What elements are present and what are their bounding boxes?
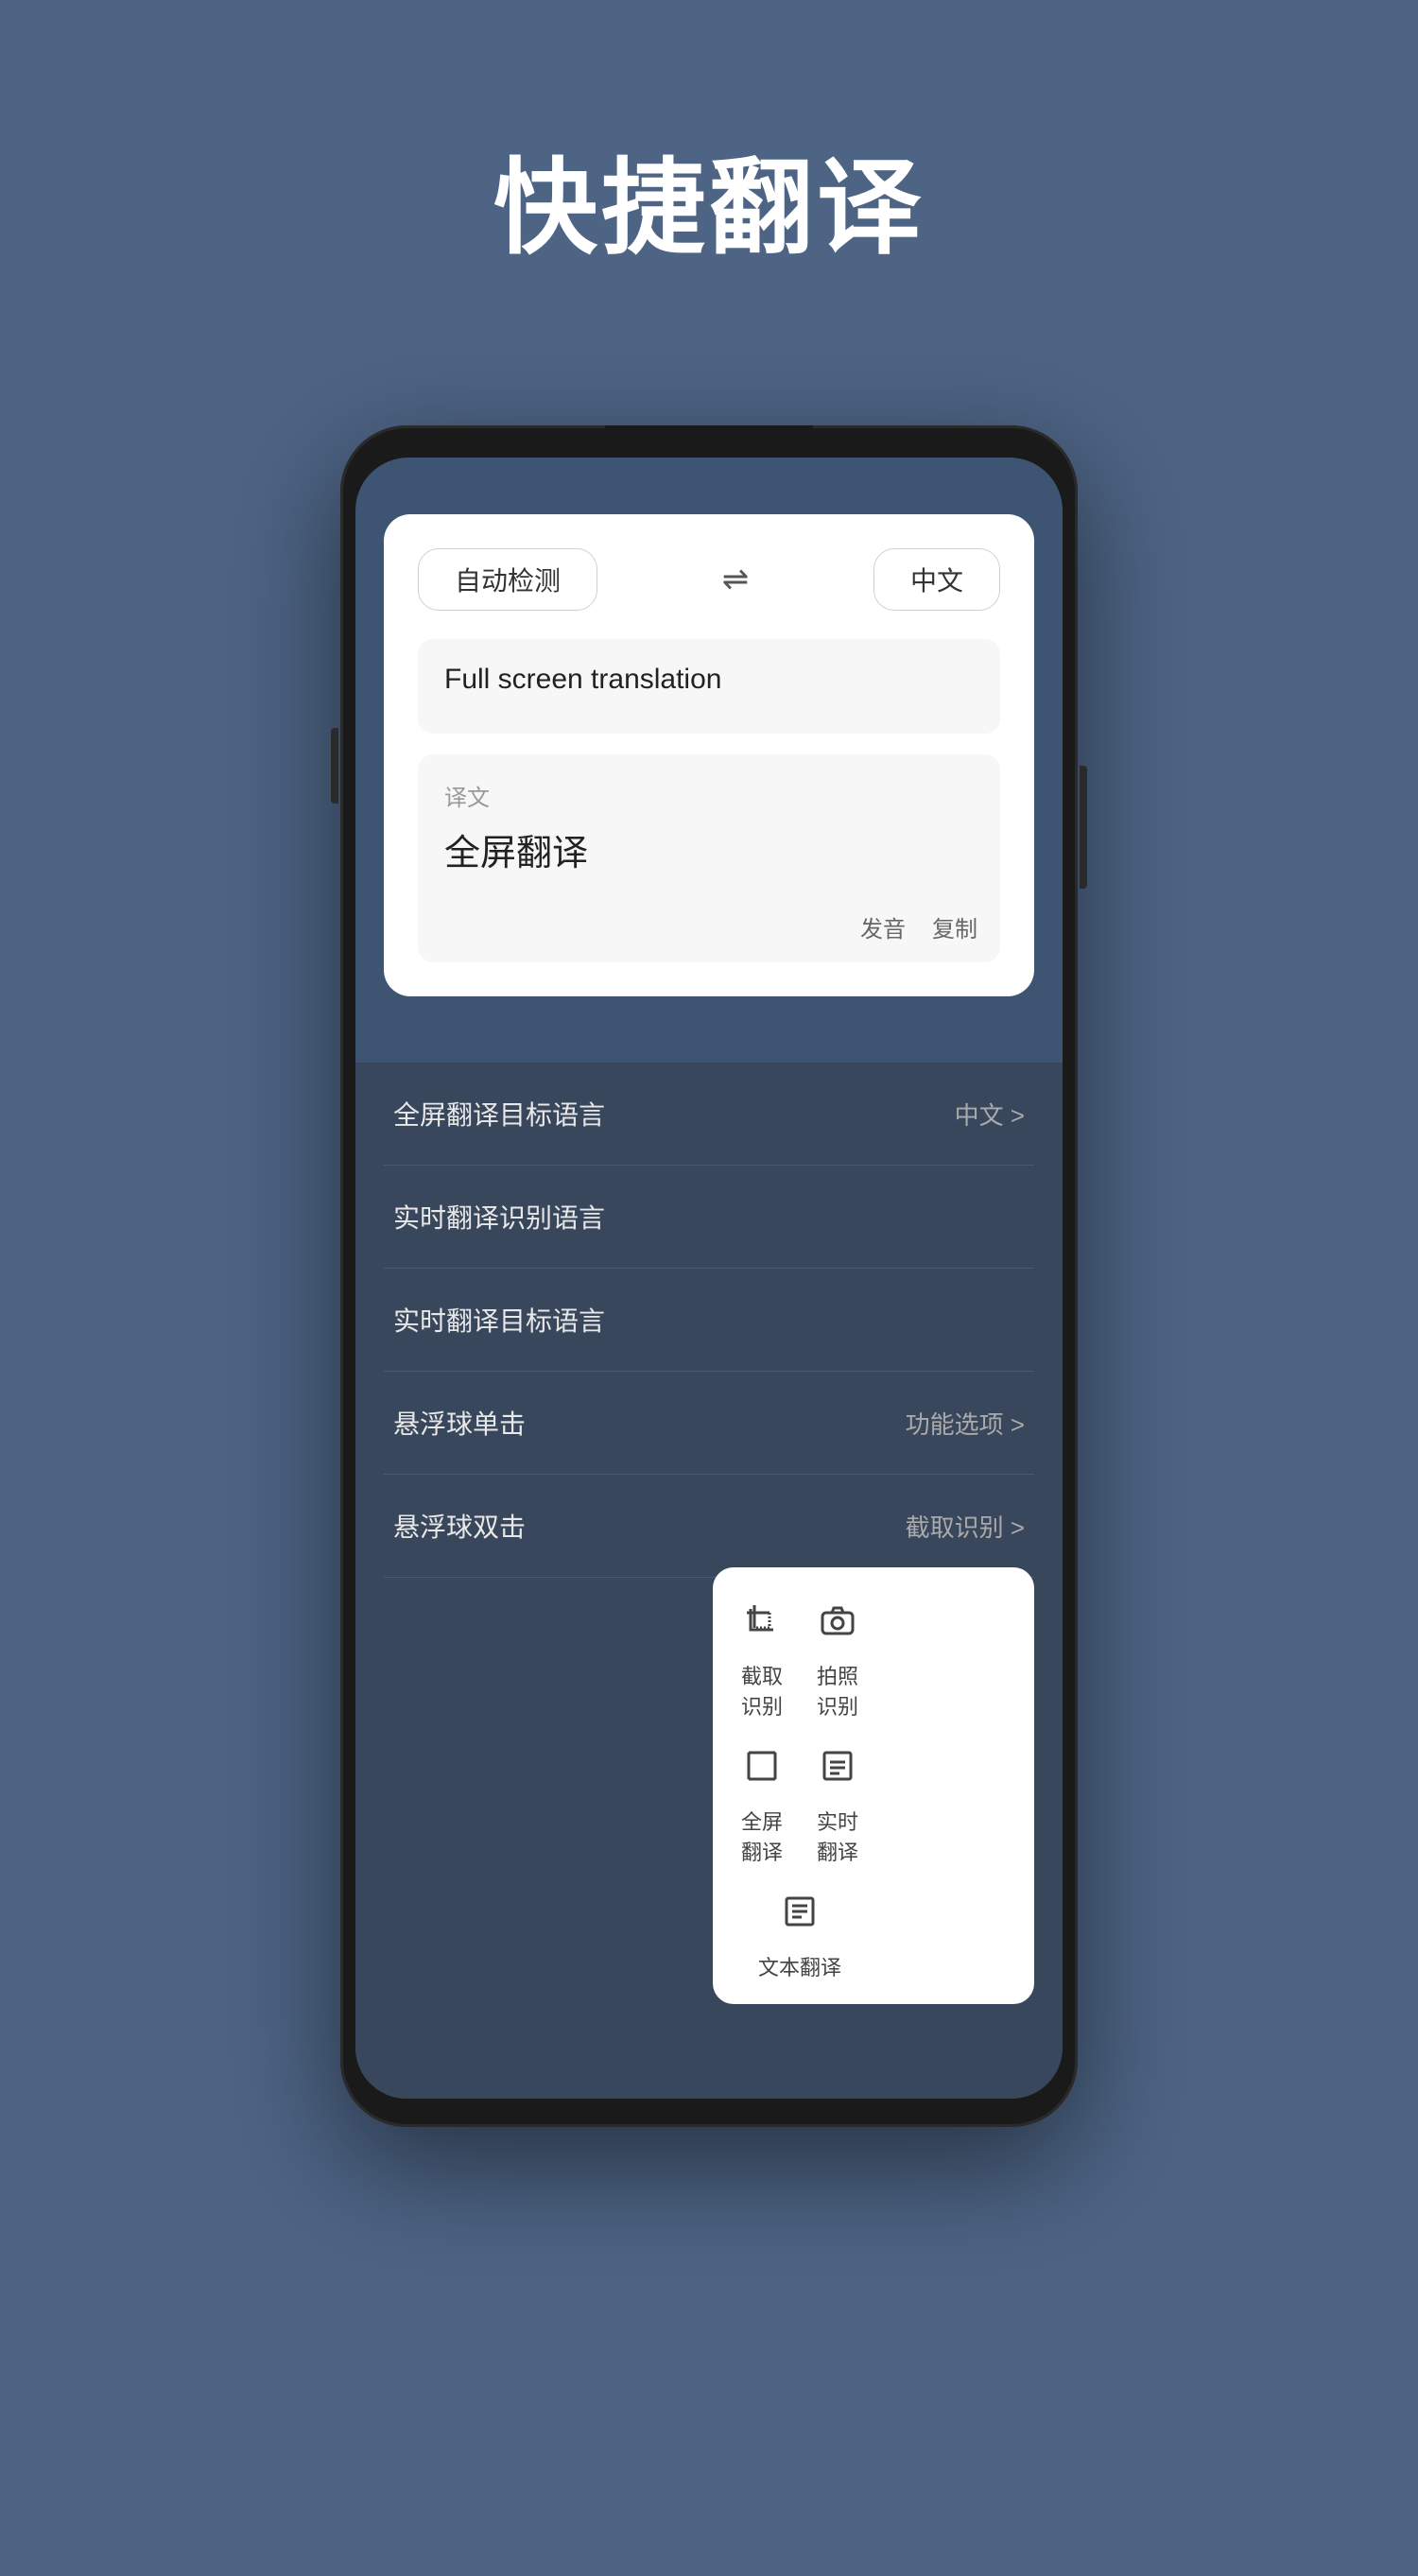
floating-items-container: 截取识别 拍照识别 全屏翻译 实时翻译 文本翻译 [732,1590,868,1981]
crop-label: 截取识别 [732,1660,792,1720]
settings-item-label: 实时翻译目标语言 [393,1301,605,1339]
settings-item-value: 中文 > [955,1097,1025,1132]
settings-overlay: 全屏翻译目标语言中文 >实时翻译识别语言实时翻译目标语言悬浮球单击功能选项 >悬… [355,1063,1063,2099]
settings-item-label: 悬浮球双击 [393,1507,526,1545]
source-language-button[interactable]: 自动检测 [418,548,597,611]
settings-item[interactable]: 实时翻译识别语言 [384,1166,1034,1269]
camera-label: 拍照识别 [807,1660,868,1720]
realtime-icon [807,1736,868,1796]
phone-side-button-right [1080,766,1087,889]
floating-menu-item-fullscreen[interactable]: 全屏翻译 [732,1736,792,1866]
swap-languages-icon[interactable]: ⇌ [722,561,750,598]
floating-action-menu: 截取识别 拍照识别 全屏翻译 实时翻译 文本翻译 [713,1567,1034,2004]
floating-menu-item-crop[interactable]: 截取识别 [732,1590,792,1720]
page-title: 快捷翻译 [493,123,925,274]
text-label: 文本翻译 [758,1951,841,1981]
crop-icon [732,1590,792,1651]
translation-output-box: 译文 全屏翻译 发音 复制 [418,754,1000,962]
copy-button[interactable]: 复制 [932,910,977,943]
settings-item-label: 悬浮球单击 [393,1404,526,1442]
phone-notch [605,425,813,458]
phone-frame: 自动检测 ⇌ 中文 Full screen translation 译文 全屏翻… [340,425,1078,2127]
pronounce-button[interactable]: 发音 [860,910,906,943]
settings-item-value: 截取识别 > [906,1509,1025,1544]
language-selector-row: 自动检测 ⇌ 中文 [418,548,1000,611]
phone-mockup: 自动检测 ⇌ 中文 Full screen translation 译文 全屏翻… [340,425,1078,2127]
floating-menu-item-realtime[interactable]: 实时翻译 [807,1736,868,1866]
target-language-button[interactable]: 中文 [873,548,1000,611]
fullscreen-label: 全屏翻译 [732,1806,792,1866]
translation-card: 自动检测 ⇌ 中文 Full screen translation 译文 全屏翻… [384,514,1034,996]
camera-icon [807,1590,868,1651]
floating-menu-item-text[interactable]: 文本翻译 [732,1881,868,1981]
settings-item[interactable]: 实时翻译目标语言 [384,1269,1034,1372]
settings-list: 全屏翻译目标语言中文 >实时翻译识别语言实时翻译目标语言悬浮球单击功能选项 >悬… [384,1063,1034,1578]
settings-item-value: 功能选项 > [906,1406,1025,1441]
source-text-input[interactable]: Full screen translation [418,639,1000,734]
settings-item-label: 全屏翻译目标语言 [393,1095,605,1132]
output-label: 译文 [444,779,974,812]
settings-item[interactable]: 悬浮球双击 截取识别 > [384,1475,1034,1578]
settings-item[interactable]: 悬浮球单击 功能选项 > [384,1372,1034,1475]
settings-item-label: 实时翻译识别语言 [393,1198,605,1236]
phone-screen: 自动检测 ⇌ 中文 Full screen translation 译文 全屏翻… [355,458,1063,2099]
phone-side-button-left [331,728,338,804]
text-icon [770,1881,830,1942]
realtime-label: 实时翻译 [807,1806,868,1866]
output-actions: 发音 复制 [860,910,977,943]
settings-item[interactable]: 全屏翻译目标语言 中文 > [384,1063,1034,1166]
fullscreen-icon [732,1736,792,1796]
floating-menu-item-camera[interactable]: 拍照识别 [807,1590,868,1720]
translated-text: 全屏翻译 [444,823,974,875]
